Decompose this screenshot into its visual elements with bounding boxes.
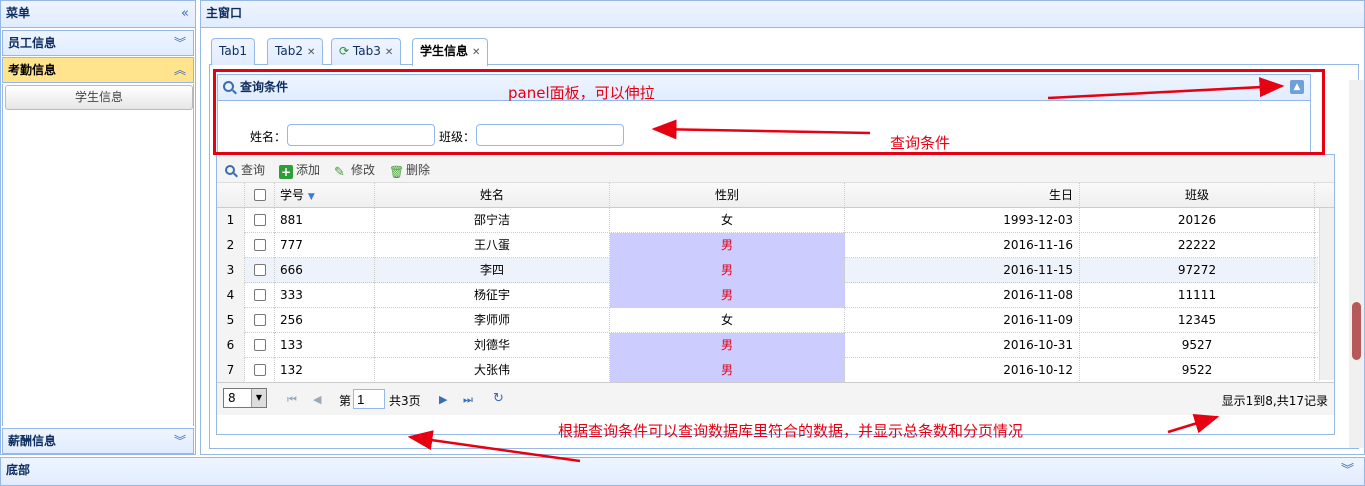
arrow-to-collapse: [1047, 77, 1285, 100]
arrow-to-pager: [407, 430, 581, 463]
arrow-to-query: [651, 119, 871, 140]
annotation-arrows: [407, 77, 1285, 463]
arrow-to-info: [1167, 414, 1220, 434]
